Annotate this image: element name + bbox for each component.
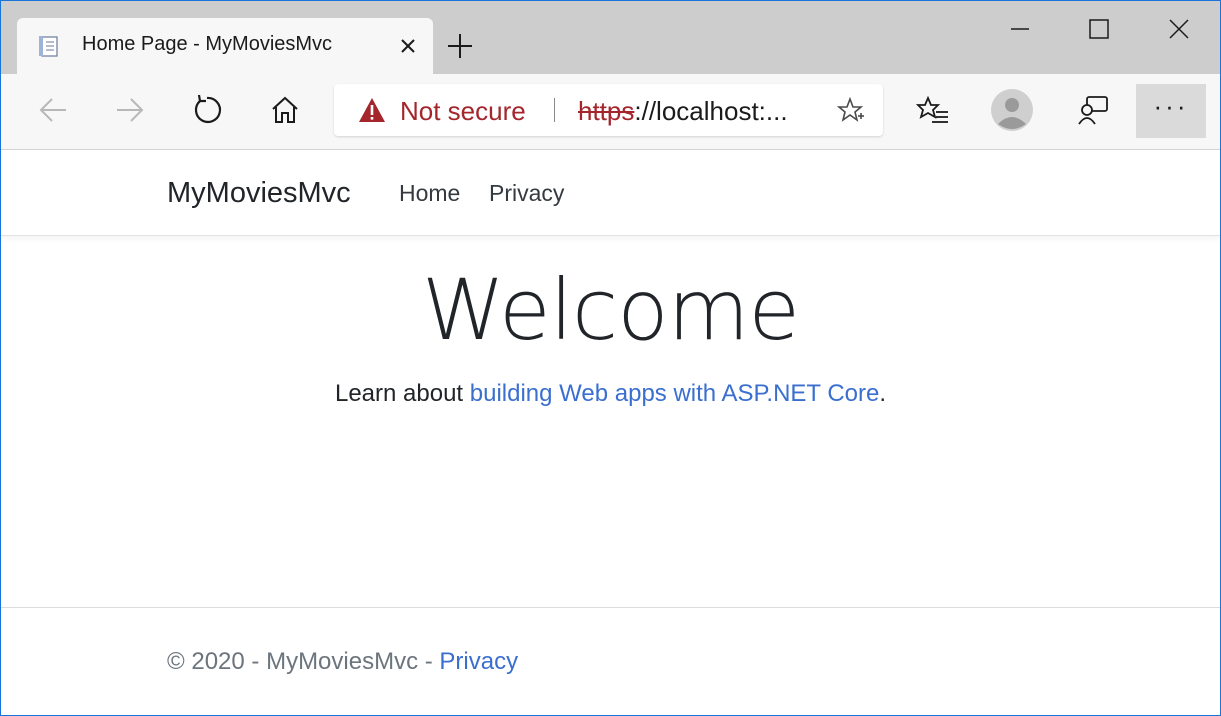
more-label: ···	[1153, 91, 1189, 121]
favorites-button[interactable]	[911, 88, 955, 132]
lead-text: Learn about building Web apps with ASP.N…	[1, 380, 1220, 408]
refresh-icon	[194, 94, 222, 124]
page-content: MyMoviesMvc Home Privacy Welcome Learn a…	[1, 150, 1220, 715]
plus-icon[interactable]	[445, 31, 475, 61]
arrow-left-icon	[39, 98, 66, 122]
site-footer: © 2020 - MyMoviesMvc - Privacy	[167, 648, 518, 676]
warning-icon	[359, 98, 385, 122]
page-icon	[39, 36, 58, 57]
browser-toolbar: Not secure https://localhost:... ···	[1, 74, 1220, 150]
forward-button[interactable]	[108, 88, 152, 132]
site-brand[interactable]: MyMoviesMvc	[167, 177, 351, 210]
back-button[interactable]	[31, 88, 75, 132]
close-icon[interactable]	[397, 35, 419, 57]
favorites-list-icon	[916, 95, 948, 123]
security-label[interactable]: Not secure	[400, 96, 526, 127]
nav-link-privacy[interactable]: Privacy	[489, 180, 564, 207]
footer-divider	[1, 607, 1220, 608]
refresh-button[interactable]	[185, 88, 229, 132]
footer-privacy-link[interactable]: Privacy	[439, 648, 518, 675]
more-button[interactable]: ···	[1136, 84, 1206, 138]
lead-prefix: Learn about	[334, 380, 470, 407]
profile-button[interactable]	[990, 88, 1034, 132]
minimize-icon[interactable]	[997, 11, 1043, 47]
aspnet-docs-link[interactable]: building Web apps with ASP.NET Core	[470, 380, 880, 407]
address-bar[interactable]: Not secure https://localhost:...	[334, 84, 883, 136]
address-divider	[554, 98, 555, 122]
site-navbar: MyMoviesMvc Home Privacy	[1, 150, 1220, 236]
maximize-icon[interactable]	[1076, 11, 1122, 47]
arrow-right-icon	[117, 98, 144, 122]
page-heading: Welcome	[421, 261, 800, 359]
url-scheme: https	[578, 96, 635, 126]
star-add-icon[interactable]	[837, 97, 865, 125]
url-text[interactable]: https://localhost:...	[578, 96, 788, 127]
home-button[interactable]	[263, 88, 307, 132]
feedback-icon	[1078, 96, 1108, 125]
nav-link-home[interactable]: Home	[399, 180, 460, 207]
window-close-icon[interactable]	[1156, 11, 1202, 47]
browser-tab[interactable]: Home Page - MyMoviesMvc	[17, 18, 433, 74]
home-icon	[272, 96, 298, 123]
feedback-button[interactable]	[1071, 88, 1115, 132]
browser-window: Home Page - MyMoviesMvc Not secure https…	[0, 0, 1221, 716]
tab-strip: Home Page - MyMoviesMvc	[1, 1, 1220, 74]
url-rest: ://localhost:...	[634, 96, 788, 126]
tab-title: Home Page - MyMoviesMvc	[82, 33, 333, 55]
avatar-icon	[991, 89, 1033, 131]
lead-suffix: .	[879, 380, 887, 407]
footer-copyright: © 2020 - MyMoviesMvc -	[167, 648, 440, 675]
